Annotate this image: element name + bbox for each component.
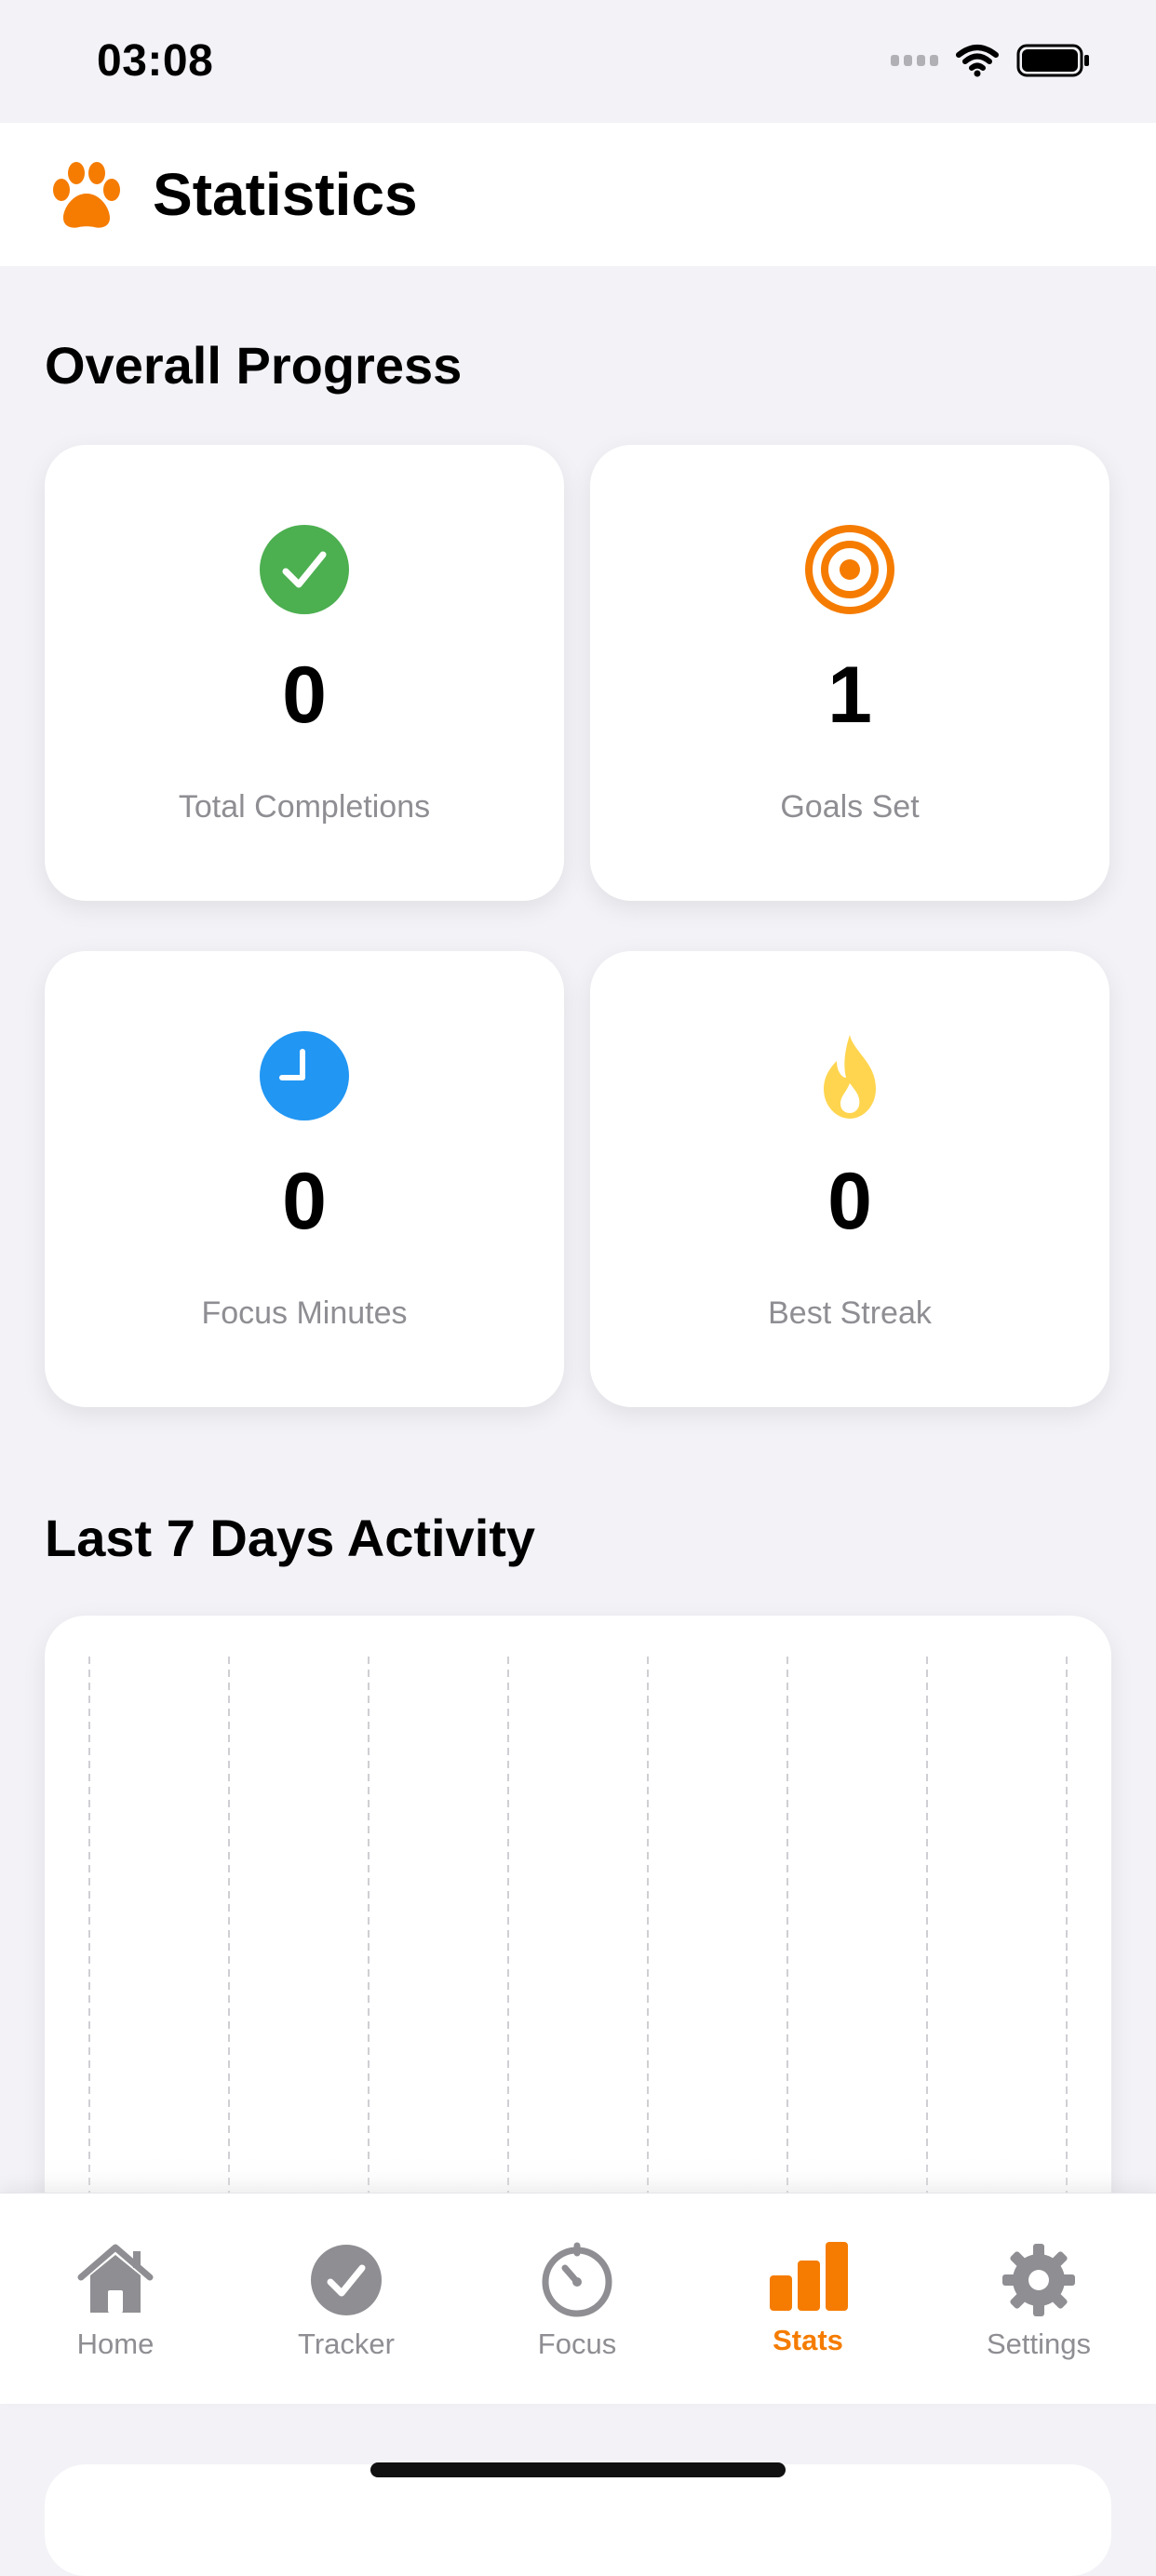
nav-header: Statistics [0,123,1156,266]
status-bar: 03:08 [0,0,1156,121]
clock-icon [260,1031,349,1120]
tab-tracker[interactable]: Tracker [231,2194,462,2404]
tab-focus[interactable]: Focus [462,2194,692,2404]
tab-bar: Home Tracker Focus Stats Settings [0,2193,1156,2404]
checkmark-circle-icon [260,525,349,614]
activity-chart [45,1616,1111,2267]
stat-value: 0 [827,1157,872,1246]
stat-card-best-streak: 0 Best Streak [590,951,1109,1407]
tab-label: Settings [986,2328,1091,2360]
tab-label: Focus [537,2328,617,2360]
house-icon [77,2244,154,2313]
wifi-icon [956,45,999,77]
status-icons [891,43,1091,78]
stat-value: 1 [827,651,872,740]
status-time: 03:08 [97,36,214,86]
stat-value: 0 [282,651,327,740]
checkmark-circle-icon [311,2245,382,2315]
battery-icon [1016,44,1089,77]
stat-card-focus-minutes: 0 Focus Minutes [45,951,564,1407]
page-title: Statistics [153,161,418,228]
target-icon [805,525,894,614]
tab-settings[interactable]: Settings [923,2194,1154,2404]
home-indicator [370,2462,786,2477]
gear-icon [1002,2244,1075,2316]
stat-card-total-completions: 0 Total Completions [45,445,564,901]
bar-chart-icon [770,2242,848,2311]
tab-label: Stats [773,2324,843,2356]
section-title-activity: Last 7 Days Activity [45,1509,536,1567]
tab-home[interactable]: Home [0,2194,231,2404]
stat-label: Focus Minutes [201,1295,408,1331]
stat-label: Total Completions [178,789,431,825]
tab-stats[interactable]: Stats [692,2194,923,2404]
stat-card-goals-set: 1 Goals Set [590,445,1109,901]
timer-icon [542,2242,612,2317]
paw-icon [53,162,120,228]
stat-value: 0 [282,1157,327,1246]
stat-label: Best Streak [768,1295,932,1331]
stat-label: Goals Set [780,789,920,825]
partially-hidden-card [45,2464,1111,2576]
cellular-signal-icon [891,55,938,66]
tab-label: Home [76,2328,155,2360]
section-title-overall-progress: Overall Progress [45,336,463,395]
flame-icon [824,1035,876,1119]
tab-label: Tracker [298,2328,395,2360]
